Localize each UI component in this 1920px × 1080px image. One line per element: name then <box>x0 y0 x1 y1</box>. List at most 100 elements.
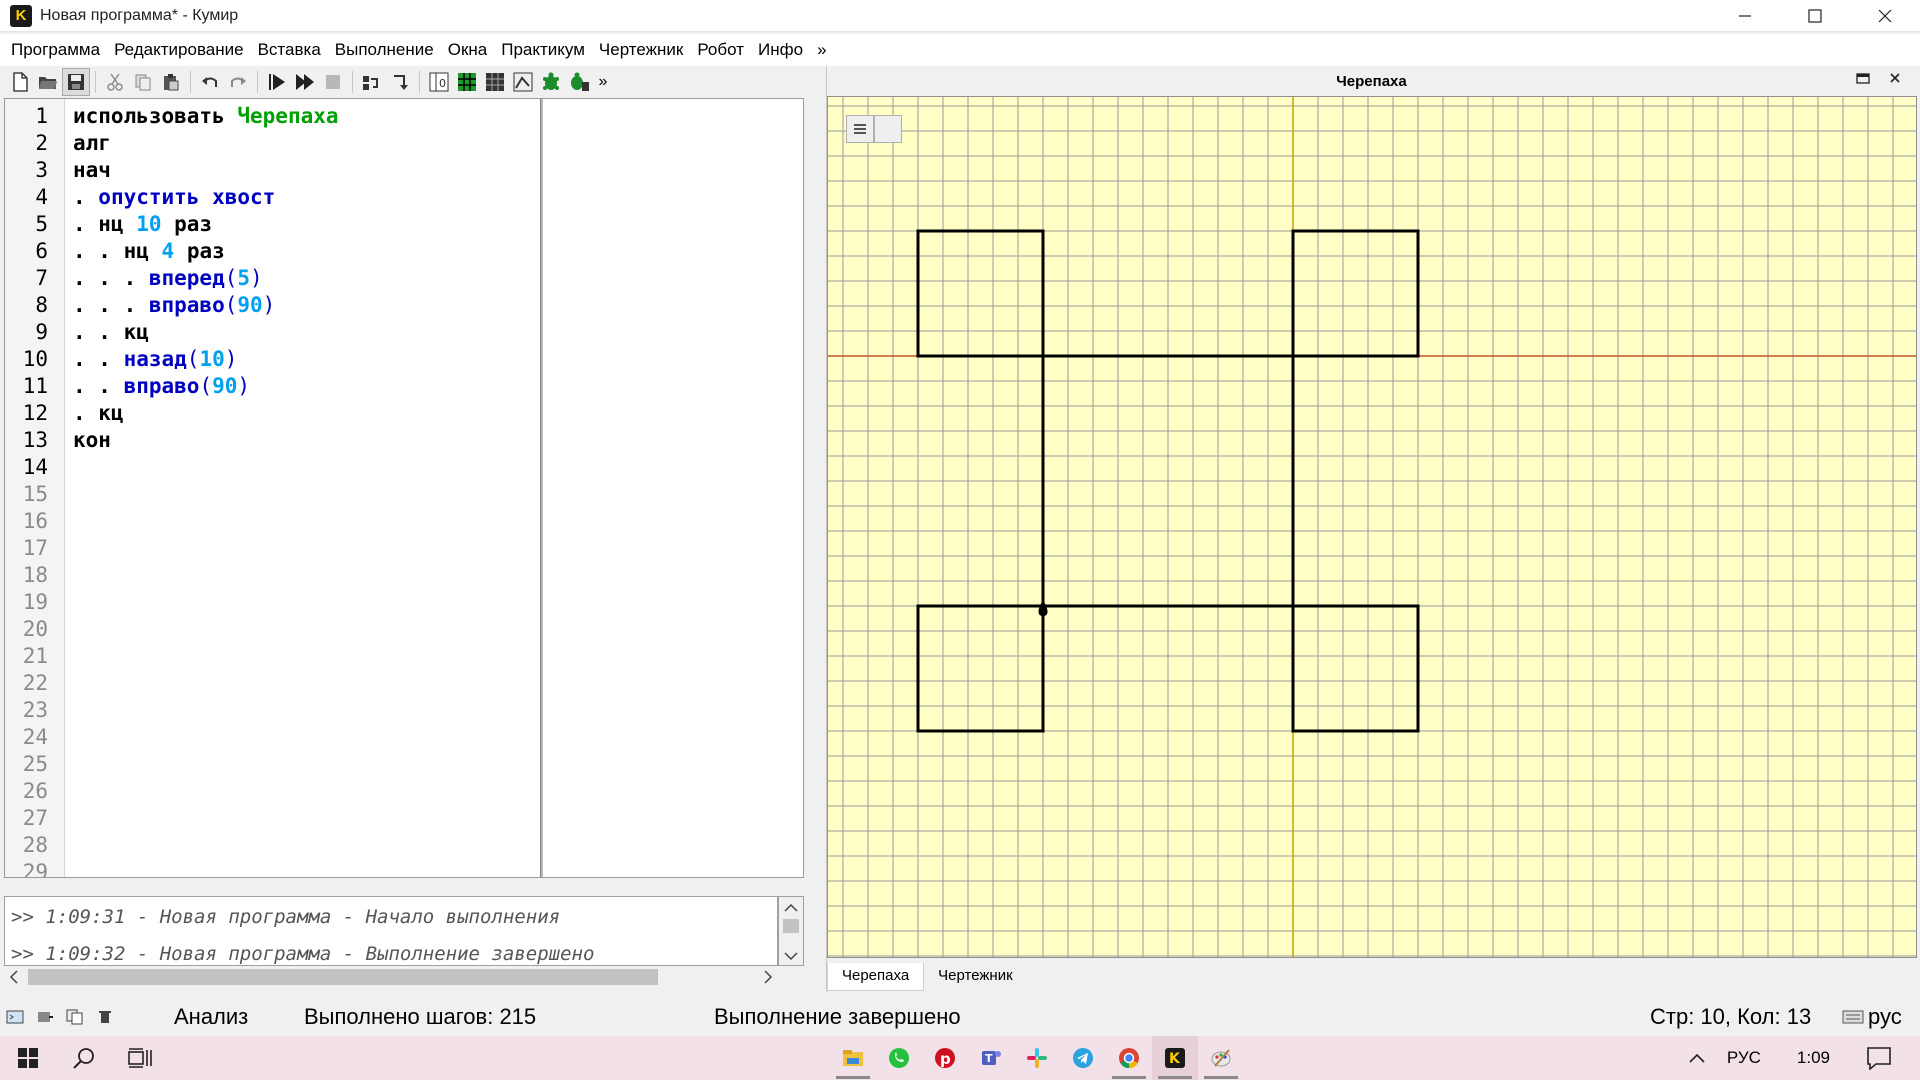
line-number: 28 <box>22 833 48 857</box>
taskbar-app-paint[interactable] <box>1198 1036 1244 1080</box>
taskbar-app-chrome[interactable] <box>1106 1036 1152 1080</box>
code-area[interactable]: использовать Черепаха алг нач. опустить хв… <box>73 103 339 454</box>
close-panel-icon[interactable] <box>1888 71 1902 85</box>
task-view-button[interactable] <box>112 1036 168 1080</box>
stop-button[interactable] <box>319 68 347 96</box>
toolbar-more-button[interactable]: » <box>593 73 613 91</box>
code-editor[interactable]: 1 2 3 4 5 6 7 8 9 10 11 12 13 14 15 16 17 18 19 20 21 22 23 24 2… <box>4 98 804 878</box>
turtle-program-button[interactable] <box>565 68 593 96</box>
search-button[interactable] <box>56 1036 112 1080</box>
code-line[interactable]: . . кц <box>73 319 339 346</box>
scroll-up-icon[interactable] <box>779 901 803 915</box>
maximize-button[interactable] <box>1780 0 1850 32</box>
new-file-button[interactable] <box>6 68 34 96</box>
code-token: алг <box>73 131 111 155</box>
save-button[interactable] <box>62 68 90 96</box>
undock-icon[interactable] <box>1856 71 1870 85</box>
taskbar-app-pinterest[interactable]: p <box>922 1036 968 1080</box>
menu-item[interactable]: Инфо <box>751 34 810 66</box>
horizontal-scroll-thumb[interactable] <box>28 969 658 985</box>
turtle-tab[interactable]: Черепаха <box>827 963 925 991</box>
menu-item[interactable]: Робот <box>690 34 751 66</box>
trash-icon <box>99 1011 111 1023</box>
open-file-button[interactable] <box>34 68 62 96</box>
turtle-button[interactable] <box>537 68 565 96</box>
robot-field-button[interactable] <box>453 68 481 96</box>
taskbar-app-whatsapp[interactable] <box>876 1036 922 1080</box>
console-vertical-scrollbar[interactable] <box>778 896 804 966</box>
turtle-field[interactable] <box>828 97 1916 957</box>
menu-item[interactable]: Редактирование <box>107 34 251 66</box>
kumir-app-icon[interactable]: K <box>10 4 32 27</box>
menu-item[interactable]: » <box>810 34 833 66</box>
code-line[interactable]: . . нц 4 раз <box>73 238 339 265</box>
canvas-extra-button[interactable] <box>874 115 902 143</box>
chevron-up-icon[interactable] <box>1687 1051 1707 1065</box>
redo-button[interactable] <box>224 68 252 96</box>
clock[interactable]: 1:09 <box>1797 1048 1830 1068</box>
dark-grid-icon <box>486 73 504 91</box>
minimize-button[interactable] <box>1710 0 1780 32</box>
clear-output-button[interactable] <box>94 1006 116 1028</box>
line-number: 12 <box>22 401 48 425</box>
taskbar-app-telegram[interactable] <box>1060 1036 1106 1080</box>
line-number: 21 <box>22 644 48 668</box>
editor-margin-divider[interactable] <box>540 99 543 877</box>
turtle-panel: Черепаха Черепаха Чертежник <box>826 66 1917 992</box>
save-output-button[interactable] <box>34 1006 56 1028</box>
scroll-left-icon[interactable] <box>6 966 22 988</box>
code-line[interactable]: . . . вперед(5) <box>73 265 339 292</box>
turtle-tab[interactable]: Чертежник <box>924 963 1027 991</box>
console-toggle-button[interactable] <box>4 1006 26 1028</box>
menu-item[interactable]: Вставка <box>251 34 328 66</box>
console-horizontal-scrollbar[interactable] <box>4 966 778 988</box>
code-line[interactable]: использовать Черепаха <box>73 103 339 130</box>
undo-button[interactable] <box>196 68 224 96</box>
line-number: 25 <box>22 752 48 776</box>
paste-button[interactable] <box>157 68 185 96</box>
code-line[interactable]: . нц 10 раз <box>73 211 339 238</box>
copy-button[interactable] <box>129 68 157 96</box>
code-line[interactable]: нач <box>73 157 339 184</box>
canvas-menu-button[interactable] <box>846 115 874 143</box>
taskbar-app-file-explorer[interactable] <box>830 1036 876 1080</box>
run-button[interactable] <box>263 68 291 96</box>
menu-item[interactable]: Выполнение <box>328 34 441 66</box>
code-line[interactable]: . . вправо(90) <box>73 373 339 400</box>
turtle-canvas[interactable] <box>827 96 1917 958</box>
taskbar-app-kumir[interactable]: K <box>1152 1036 1198 1080</box>
output-console[interactable]: >> 1:09:31 - Новая программа - Начало вы… <box>4 896 778 966</box>
code-line[interactable]: . . . вправо(90) <box>73 292 339 319</box>
drawer-button[interactable] <box>481 68 509 96</box>
code-line[interactable]: алг <box>73 130 339 157</box>
menu-item[interactable]: Чертежник <box>592 34 690 66</box>
scroll-right-icon[interactable] <box>760 966 776 988</box>
notifications-icon[interactable] <box>1866 1046 1892 1070</box>
vertical-scroll-thumb[interactable] <box>783 919 799 933</box>
line-number: 5 <box>35 212 48 236</box>
step-into-button[interactable] <box>386 68 414 96</box>
taskbar-app-teams[interactable]: T <box>968 1036 1014 1080</box>
panel-controls <box>1856 71 1902 85</box>
drawing-button[interactable] <box>509 68 537 96</box>
code-token: раз <box>161 212 213 236</box>
menu-item[interactable]: Окна <box>441 34 495 66</box>
step-over-button[interactable] <box>358 68 386 96</box>
code-line[interactable]: кон <box>73 427 339 454</box>
run-step-button[interactable] <box>291 68 319 96</box>
input-language[interactable]: РУС <box>1727 1048 1761 1068</box>
array-window-button[interactable]: 0 <box>425 68 453 96</box>
cut-button[interactable] <box>101 68 129 96</box>
svg-text:K: K <box>1169 1051 1181 1067</box>
close-button[interactable] <box>1850 0 1920 32</box>
code-line[interactable]: . опустить хвост <box>73 184 339 211</box>
scroll-down-icon[interactable] <box>779 949 803 963</box>
code-line[interactable]: . кц <box>73 400 339 427</box>
menu-item[interactable]: Практикум <box>494 34 592 66</box>
copy-output-button[interactable] <box>64 1006 86 1028</box>
start-button[interactable] <box>0 1036 56 1080</box>
file-explorer-icon <box>843 1050 863 1066</box>
menu-item[interactable]: Программа <box>4 34 107 66</box>
taskbar-app-slack[interactable] <box>1014 1036 1060 1080</box>
code-line[interactable]: . . назад(10) <box>73 346 339 373</box>
